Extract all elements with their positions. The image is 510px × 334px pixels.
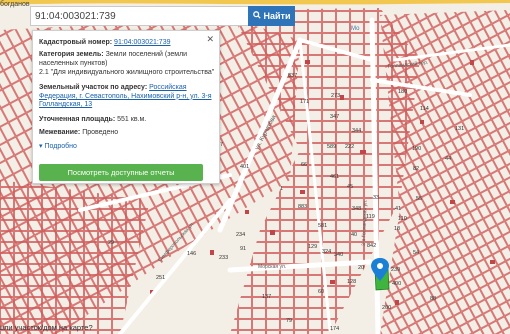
svg-text:837: 837 xyxy=(288,73,297,79)
svg-text:344: 344 xyxy=(352,128,361,134)
svg-text:33: 33 xyxy=(373,195,379,201)
svg-text:1: 1 xyxy=(280,186,283,192)
svg-text:190: 190 xyxy=(412,146,421,152)
area-value: 551 кв.м. xyxy=(117,116,147,123)
land-category-label: Категория земель: xyxy=(39,51,104,58)
svg-text:40: 40 xyxy=(351,232,357,238)
address-label: Земельный участок по адресу: xyxy=(39,84,148,91)
svg-text:44: 44 xyxy=(445,156,451,162)
find-parcel-prompt[interactable]: шли участок/дом на карте? xyxy=(0,323,93,332)
svg-text:146: 146 xyxy=(187,251,196,257)
svg-text:200: 200 xyxy=(382,305,391,311)
svg-text:174: 174 xyxy=(330,326,339,332)
svg-text:110: 110 xyxy=(398,216,407,222)
svg-text:347: 347 xyxy=(330,114,339,120)
search-button-label: Найти xyxy=(263,11,291,21)
survey-label: Межевание: xyxy=(39,129,81,136)
survey-value: Проведено xyxy=(82,129,119,136)
svg-text:461: 461 xyxy=(330,174,339,180)
svg-text:883: 883 xyxy=(298,204,307,210)
svg-text:842: 842 xyxy=(367,243,376,249)
svg-text:66: 66 xyxy=(301,162,307,168)
parcel-info-panel: ✕ Кадастровый номер: 91:04:003021:739 Ка… xyxy=(32,30,220,184)
svg-text:41: 41 xyxy=(395,206,401,212)
svg-text:119: 119 xyxy=(366,214,375,220)
cadastral-number-row: Кадастровый номер: 91:04:003021:739 xyxy=(39,39,215,48)
svg-text:55: 55 xyxy=(416,196,422,202)
svg-text:273: 273 xyxy=(331,93,340,99)
details-toggle[interactable]: ▾ Подробно xyxy=(39,143,215,152)
svg-text:20: 20 xyxy=(358,265,364,271)
place-label: Мо xyxy=(351,26,360,32)
svg-text:79: 79 xyxy=(286,318,292,324)
area-row: Уточненная площадь: 551 кв.м. xyxy=(39,116,215,125)
svg-text:589: 589 xyxy=(327,144,336,150)
land-category-row: Категория земель: Земли поселений (земли… xyxy=(39,51,189,68)
area-label: Уточненная площадь: xyxy=(39,116,116,123)
view-reports-button[interactable]: Посмотреть доступные отчеты xyxy=(39,164,203,181)
search-button[interactable]: Найти xyxy=(248,6,295,26)
svg-text:137: 137 xyxy=(262,294,271,300)
svg-text:129: 129 xyxy=(308,244,317,250)
svg-text:29: 29 xyxy=(108,240,114,246)
svg-text:180: 180 xyxy=(398,89,407,95)
svg-text:7: 7 xyxy=(220,142,223,148)
svg-text:88: 88 xyxy=(430,296,436,302)
svg-text:60: 60 xyxy=(318,289,324,295)
svg-text:401: 401 xyxy=(240,164,249,170)
cadastral-number-label: Кадастровый номер: xyxy=(39,39,113,46)
details-toggle-label: Подробно xyxy=(44,143,77,150)
svg-text:131: 131 xyxy=(455,126,464,132)
svg-text:45: 45 xyxy=(347,184,353,190)
svg-text:400: 400 xyxy=(392,281,401,287)
survey-row: Межевание: Проведено xyxy=(39,129,215,138)
permitted-use: 2.1 "Для индивидуального жилищного строи… xyxy=(39,69,215,76)
view-reports-label: Посмотреть доступные отчеты xyxy=(67,168,175,177)
svg-text:114: 114 xyxy=(420,106,429,112)
svg-text:340: 340 xyxy=(334,252,343,258)
svg-text:348: 348 xyxy=(352,206,361,212)
svg-text:171: 171 xyxy=(300,99,309,105)
street-label-morskaya: Морская ул. xyxy=(258,264,286,270)
svg-text:233: 233 xyxy=(219,255,228,261)
svg-text:18: 18 xyxy=(394,226,400,232)
svg-text:251: 251 xyxy=(156,275,165,281)
svg-text:324: 324 xyxy=(322,249,331,255)
svg-text:581: 581 xyxy=(318,223,327,229)
search-bar: Найти xyxy=(30,6,295,26)
svg-text:54: 54 xyxy=(413,250,419,256)
search-input[interactable] xyxy=(35,9,250,24)
chevron-down-icon: ▾ xyxy=(39,143,43,150)
svg-text:239: 239 xyxy=(391,267,400,273)
svg-text:222: 222 xyxy=(345,144,354,150)
search-icon xyxy=(252,11,261,21)
cadastral-number-link[interactable]: 91:04:003021:739 xyxy=(114,39,170,46)
top-place-label: богданов xyxy=(0,0,30,8)
address-row: Земельный участок по адресу: Российская … xyxy=(39,84,215,110)
svg-text:234: 234 xyxy=(236,232,245,238)
svg-text:91: 91 xyxy=(240,246,246,252)
svg-text:82: 82 xyxy=(413,166,419,172)
svg-text:128: 128 xyxy=(347,279,356,285)
